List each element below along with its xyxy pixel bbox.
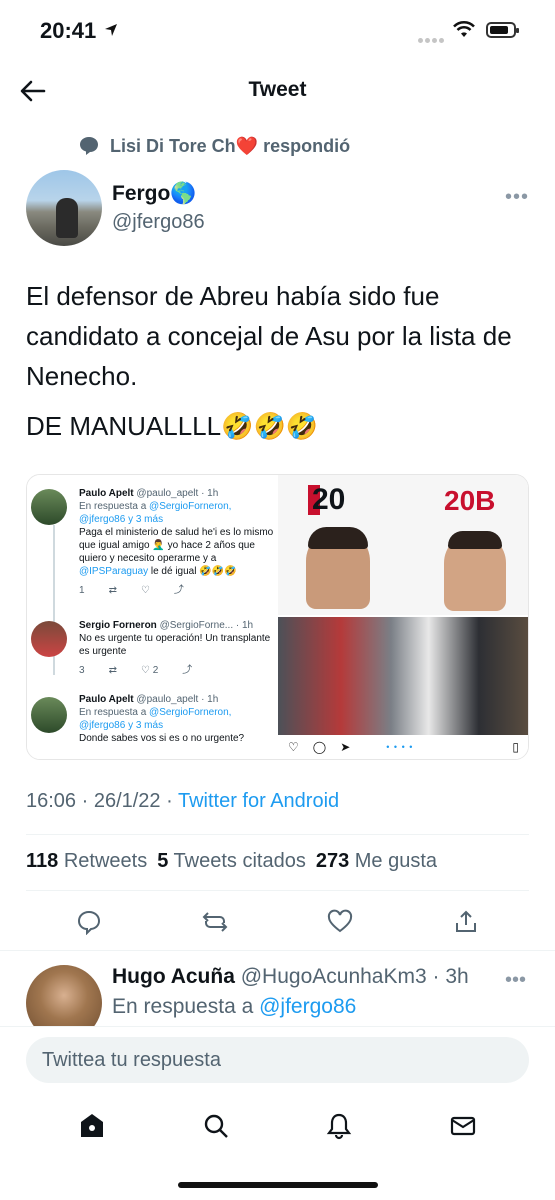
tweet-stats: 118 Retweets 5 Tweets citados 273 Me gus… xyxy=(26,850,437,873)
speech-bubble-icon xyxy=(80,137,98,155)
retweets-count: 118 xyxy=(26,850,59,872)
retweets-stat[interactable]: 118 Retweets xyxy=(26,850,147,873)
candidate-hair xyxy=(448,531,502,549)
mini-handle: @paulo_apelt · 1h xyxy=(136,488,219,499)
mini-text-end: le dé igual 🤣🤣🤣 xyxy=(148,566,237,577)
mini-handle: @SergioForne... · 1h xyxy=(159,620,254,631)
author-name[interactable]: Fergo🌎 xyxy=(112,182,196,206)
reply-mention[interactable]: @jfergo86 xyxy=(259,995,356,1018)
mini-avatar xyxy=(31,489,67,525)
messages-icon[interactable] xyxy=(449,1112,477,1140)
bottom-tab-bar xyxy=(0,1096,555,1156)
divider xyxy=(26,834,529,835)
mini-tweet: Paulo Apelt @paulo_apelt · 1h En respues… xyxy=(79,488,274,596)
author-avatar[interactable] xyxy=(26,170,102,246)
share-icon[interactable] xyxy=(453,909,479,935)
status-bar: 20:41 xyxy=(0,0,555,60)
like-icon[interactable] xyxy=(327,909,353,935)
quotes-label: Tweets citados xyxy=(173,850,306,872)
mini-text: Paga el ministerio de salud he'i es lo m… xyxy=(79,527,274,564)
reply-author-handle[interactable]: @HugoAcunhaKm3 · 3h xyxy=(241,965,469,988)
reply-input[interactable] xyxy=(26,1037,529,1083)
author-handle[interactable]: @jfergo86 xyxy=(112,211,205,234)
mini-name: Paulo Apelt xyxy=(79,488,134,499)
mini-reply-to: @SergioForneron, xyxy=(149,501,232,512)
mini-tweet: Paulo Apelt @paulo_apelt · 1h En respues… xyxy=(79,693,274,745)
tweet-text: El defensor de Abreu había sido fue cand… xyxy=(26,276,531,456)
home-indicator xyxy=(178,1182,378,1188)
mini-name: Paulo Apelt xyxy=(79,694,134,705)
mini-handle: @paulo_apelt · 1h xyxy=(136,694,219,705)
send-icon: ➤ xyxy=(340,740,351,754)
mini-reply-to: @SergioForneron, xyxy=(149,707,232,718)
tweet-media[interactable]: Paulo Apelt @paulo_apelt · 1h En respues… xyxy=(26,474,529,760)
mini-reply-count: 1 xyxy=(79,585,85,596)
crowd-photo xyxy=(278,617,528,737)
wifi-icon xyxy=(452,20,476,43)
status-time: 20:41 xyxy=(40,18,97,43)
tweet-actions xyxy=(26,904,529,940)
home-icon[interactable] xyxy=(78,1112,106,1140)
tweet-text-line: DE MANUALLLL🤣🤣🤣 xyxy=(26,411,319,441)
tweet-text-line: El defensor de Abreu había sido fue cand… xyxy=(26,281,512,391)
top-nav: Tweet xyxy=(0,60,555,120)
mini-avatar xyxy=(31,697,67,733)
poster-right-label: 20B xyxy=(444,485,496,516)
media-image-right[interactable]: 20 20B ♡ ◯ ➤ • • • • ▯ xyxy=(278,475,528,759)
heart-icon: ♡ xyxy=(288,740,299,754)
quotes-count: 5 xyxy=(157,850,169,872)
search-icon[interactable] xyxy=(202,1112,230,1140)
likes-stat[interactable]: 273 Me gusta xyxy=(316,850,437,873)
location-arrow-icon xyxy=(103,22,119,43)
mini-reply-count: 3 xyxy=(79,665,85,676)
mini-avatar xyxy=(31,621,67,657)
reply-author-name[interactable]: Hugo Acuña xyxy=(112,965,235,988)
compose-bar xyxy=(0,1026,555,1096)
media-screenshot-left[interactable]: Paulo Apelt @paulo_apelt · 1h En respues… xyxy=(27,475,278,759)
mini-text: Donde sabes vos si es o no urgente? xyxy=(79,733,245,744)
page-title: Tweet xyxy=(248,78,307,101)
candidate-hair xyxy=(308,527,368,549)
likes-label: Me gusta xyxy=(354,850,438,872)
retweets-label: Retweets xyxy=(63,850,148,872)
mini-like-count: 2 xyxy=(152,665,159,676)
reply-tweet[interactable]: Hugo Acuña @HugoAcunhaKm3 · 3h ••• En re… xyxy=(0,950,555,1026)
campaign-poster: 20 20B xyxy=(278,475,528,615)
mini-reply-prefix: En respuesta a xyxy=(79,707,150,718)
mini-mention: @IPSParaguay xyxy=(79,566,149,577)
notifications-icon[interactable] xyxy=(325,1112,353,1140)
retweet-icon[interactable] xyxy=(202,909,228,935)
mini-text: No es urgente tu operación! Un transplan… xyxy=(79,633,271,657)
reply-more-icon[interactable]: ••• xyxy=(505,969,526,992)
signal-dots-icon xyxy=(418,30,448,43)
mini-tweet: Sergio Forneron @SergioForne... · 1h No … xyxy=(79,619,274,677)
more-options-icon[interactable]: ••• xyxy=(505,186,529,209)
divider xyxy=(26,890,529,891)
timestamp: 16:06 · 26/1/22 · xyxy=(26,790,178,812)
comment-icon: ◯ xyxy=(312,740,327,754)
mini-reply-prefix: En respuesta a xyxy=(79,501,150,512)
likes-count: 273 xyxy=(315,850,350,872)
tweet-meta: 16:06 · 26/1/22 · Twitter for Android xyxy=(26,790,339,813)
reply-prefix: En respuesta a xyxy=(112,995,260,1018)
quotes-stat[interactable]: 5 Tweets citados xyxy=(157,850,306,873)
bookmark-icon: ▯ xyxy=(512,740,519,754)
battery-icon xyxy=(486,22,519,38)
carousel-dots: • • • • xyxy=(386,742,414,752)
mini-name: Sergio Forneron xyxy=(79,620,157,631)
source-link[interactable]: Twitter for Android xyxy=(178,790,339,812)
reply-context-label: Lisi Di Tore Ch❤️ respondió xyxy=(110,135,351,156)
instagram-bar: ♡ ◯ ➤ • • • • ▯ xyxy=(278,735,528,759)
mini-reply-more: @jfergo86 y 3 más xyxy=(79,514,164,525)
reply-context[interactable]: Lisi Di Tore Ch❤️ respondió xyxy=(78,133,350,159)
reply-icon[interactable] xyxy=(76,909,102,935)
reply-avatar[interactable] xyxy=(26,965,102,1026)
poster-left-label: 20 xyxy=(312,483,346,516)
mini-reply-more: @jfergo86 y 3 más xyxy=(79,720,164,731)
